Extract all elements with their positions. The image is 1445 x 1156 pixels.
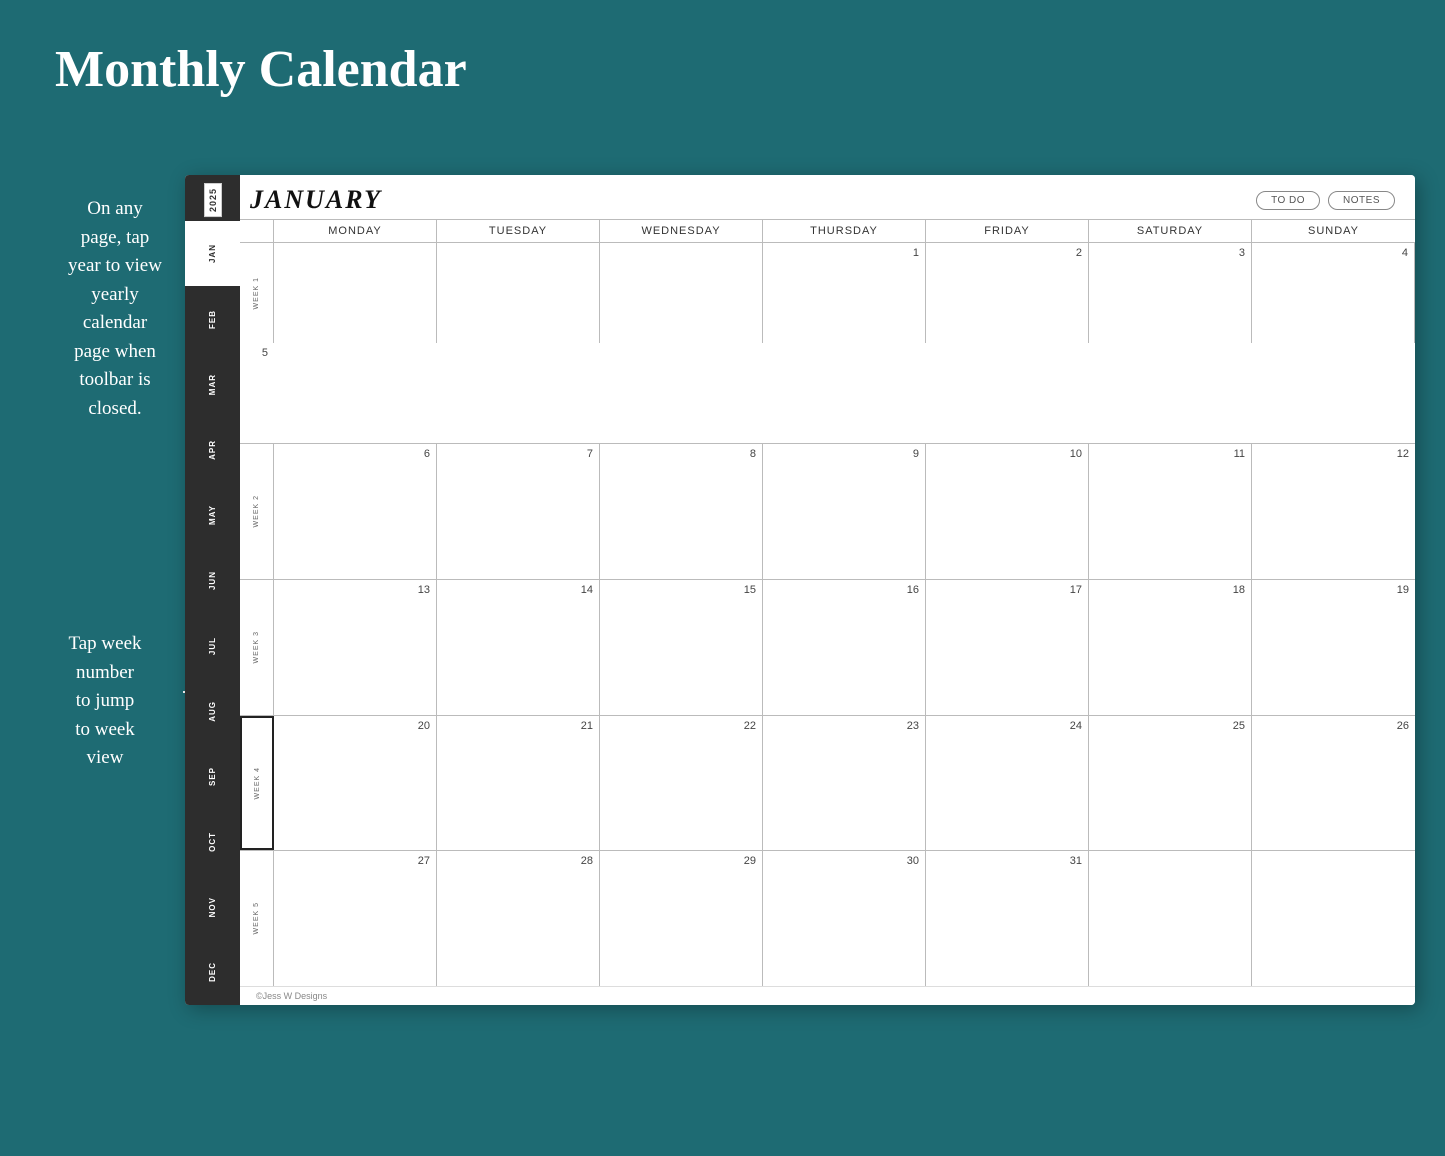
day-header-monday: MONDAY <box>274 220 437 242</box>
cal-cell-week2-day3[interactable]: 8 <box>600 444 763 579</box>
cal-cell-week2-day5[interactable]: 10 <box>926 444 1089 579</box>
cal-cell-week3-day7[interactable]: 19 <box>1252 580 1415 715</box>
cal-cell-week4-day7[interactable]: 26 <box>1252 716 1415 851</box>
cal-cell-week3-day3[interactable]: 15 <box>600 580 763 715</box>
month-tab-jun[interactable]: JUN <box>185 548 240 613</box>
month-tab-sep[interactable]: SEP <box>185 744 240 809</box>
calendar-main: JANUARY TO DO NOTES MONDAYTUESDAYWEDNESD… <box>240 175 1415 1005</box>
calendar-footer: ©Jess W Designs <box>240 986 1415 1005</box>
month-tab-jan[interactable]: JAN <box>185 221 240 286</box>
annotation-top: On any page, tap year to view yearly cal… <box>30 195 200 423</box>
cal-cell-week2-day1[interactable]: 6 <box>274 444 437 579</box>
cal-cell-week3-day1[interactable]: 13 <box>274 580 437 715</box>
week-label-3[interactable]: WEEK 3 <box>240 580 274 715</box>
cal-cell-week1-day6[interactable]: 3 <box>1089 243 1252 343</box>
cal-cell-week2-day6[interactable]: 11 <box>1089 444 1252 579</box>
week-label-1[interactable]: WEEK 1 <box>240 243 274 343</box>
month-tab-aug[interactable]: AUG <box>185 678 240 743</box>
calendar-header-buttons: TO DO NOTES <box>1256 191 1395 210</box>
cal-cell-week4-day3[interactable]: 22 <box>600 716 763 851</box>
day-header-saturday: SATURDAY <box>1089 220 1252 242</box>
cal-cell-week1-day7[interactable]: 4 <box>1252 243 1415 343</box>
cal-cell-week5-day4[interactable]: 30 <box>763 851 926 986</box>
day-header-thursday: THURSDAY <box>763 220 926 242</box>
cal-cell-week4-day1[interactable]: 20 <box>274 716 437 851</box>
cal-cell-week2-day4[interactable]: 9 <box>763 444 926 579</box>
cal-cell-week2-day2[interactable]: 7 <box>437 444 600 579</box>
cal-cell-week1-day5[interactable]: 2 <box>926 243 1089 343</box>
calendar-row-week-2: WEEK 26789101112 <box>240 444 1415 580</box>
cal-cell-week3-day6[interactable]: 18 <box>1089 580 1252 715</box>
week-col-header <box>240 220 274 242</box>
todo-button[interactable]: TO DO <box>1256 191 1320 210</box>
cal-cell-week4-day5[interactable]: 24 <box>926 716 1089 851</box>
calendar-sidebar: 2025 JANFEBMARAPRMAYJUNJULAUGSEPOCTNOVDE… <box>185 175 240 1005</box>
calendar: 2025 JANFEBMARAPRMAYJUNJULAUGSEPOCTNOVDE… <box>185 175 1415 1005</box>
cal-cell-week5-day5[interactable]: 31 <box>926 851 1089 986</box>
cal-cell-week4-day4[interactable]: 23 <box>763 716 926 851</box>
cal-cell-week3-day4[interactable]: 16 <box>763 580 926 715</box>
calendar-month-title: JANUARY <box>250 185 382 215</box>
month-tab-dec[interactable]: DEC <box>185 940 240 1005</box>
cal-cell-week1-day3[interactable] <box>600 243 763 343</box>
page-title: Monthly Calendar <box>0 0 1445 99</box>
cal-cell-week4-day6[interactable]: 25 <box>1089 716 1252 851</box>
cal-cell-week5-day2[interactable]: 28 <box>437 851 600 986</box>
calendar-row-week-1: WEEK 1 1234 5 <box>240 243 1415 444</box>
cal-cell-week1-day2[interactable] <box>437 243 600 343</box>
calendar-grid: WEEK 112345WEEK 26789101112WEEK 31314151… <box>240 243 1415 986</box>
month-tabs: JANFEBMARAPRMAYJUNJULAUGSEPOCTNOVDEC <box>185 221 240 1005</box>
annotation-bottom: Tap week number to jump to week view <box>25 630 185 773</box>
cal-cell-week4-day2[interactable]: 21 <box>437 716 600 851</box>
calendar-header: JANUARY TO DO NOTES <box>240 175 1415 219</box>
month-tab-jul[interactable]: JUL <box>185 613 240 678</box>
week-label-5[interactable]: WEEK 5 <box>240 851 274 986</box>
calendar-row-week-4: WEEK 420212223242526 <box>240 716 1415 852</box>
month-tab-mar[interactable]: MAR <box>185 352 240 417</box>
month-tab-nov[interactable]: NOV <box>185 874 240 939</box>
day-header-tuesday: TUESDAY <box>437 220 600 242</box>
cal-cell-week1-day8[interactable]: 5 <box>240 343 274 443</box>
day-header-wednesday: WEDNESDAY <box>600 220 763 242</box>
day-headers: MONDAYTUESDAYWEDNESDAYTHURSDAYFRIDAYSATU… <box>240 219 1415 243</box>
month-tab-may[interactable]: MAY <box>185 482 240 547</box>
cal-cell-week5-day3[interactable]: 29 <box>600 851 763 986</box>
week-label-2[interactable]: WEEK 2 <box>240 444 274 579</box>
cal-cell-week5-day1[interactable]: 27 <box>274 851 437 986</box>
cal-cell-week1-day4[interactable]: 1 <box>763 243 926 343</box>
day-header-friday: FRIDAY <box>926 220 1089 242</box>
calendar-row-week-5: WEEK 52728293031 <box>240 851 1415 986</box>
calendar-row-week-3: WEEK 313141516171819 <box>240 580 1415 716</box>
month-tab-feb[interactable]: FEB <box>185 286 240 351</box>
year-label[interactable]: 2025 <box>204 183 222 217</box>
cal-cell-week3-day5[interactable]: 17 <box>926 580 1089 715</box>
notes-button[interactable]: NOTES <box>1328 191 1395 210</box>
cal-cell-week3-day2[interactable]: 14 <box>437 580 600 715</box>
cal-cell-week5-day7[interactable] <box>1252 851 1415 986</box>
cal-cell-week1-day1[interactable] <box>274 243 437 343</box>
cal-cell-week2-day7[interactable]: 12 <box>1252 444 1415 579</box>
month-tab-apr[interactable]: APR <box>185 417 240 482</box>
week-label-4[interactable]: WEEK 4 <box>240 716 274 851</box>
cal-cell-week5-day6[interactable] <box>1089 851 1252 986</box>
month-tab-oct[interactable]: OCT <box>185 809 240 874</box>
day-header-sunday: SUNDAY <box>1252 220 1415 242</box>
